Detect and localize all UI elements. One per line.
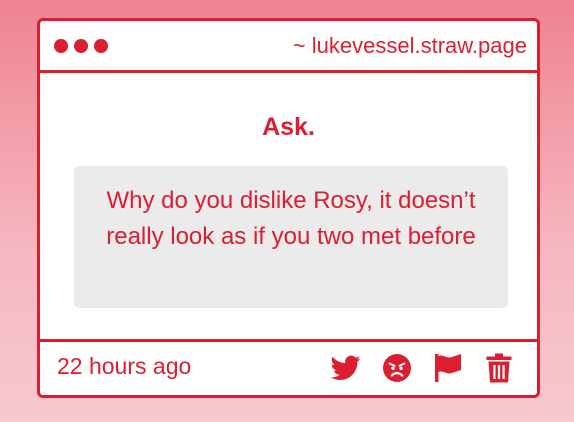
window-dot-1	[54, 39, 68, 53]
react-angry-button[interactable]	[381, 352, 413, 384]
timestamp: 22 hours ago	[57, 353, 192, 379]
window-dot-2	[74, 39, 88, 53]
card-footer: 22 hours ago	[40, 339, 537, 395]
flag-icon	[435, 354, 461, 382]
twitter-icon	[331, 355, 361, 380]
ask-content: Ask. Why do you dislike Rosy, it doesn’t…	[40, 73, 537, 345]
window-titlebar: ~ lukevessel.straw.page	[40, 21, 537, 73]
ask-card-window: ~ lukevessel.straw.page Ask. Why do you …	[37, 18, 540, 398]
question-box: Why do you dislike Rosy, it doesn’t real…	[74, 166, 508, 308]
angry-face-icon	[383, 354, 411, 382]
trash-icon	[486, 353, 512, 383]
question-text: Why do you dislike Rosy, it doesn’t real…	[106, 187, 476, 250]
action-bar	[330, 352, 515, 384]
page-title: Ask.	[262, 113, 315, 141]
share-twitter-button[interactable]	[330, 352, 362, 384]
report-button[interactable]	[432, 352, 464, 384]
window-dot-3	[94, 39, 108, 53]
delete-button[interactable]	[483, 352, 515, 384]
page-url: ~ lukevessel.straw.page	[292, 33, 527, 58]
window-controls	[54, 39, 108, 53]
